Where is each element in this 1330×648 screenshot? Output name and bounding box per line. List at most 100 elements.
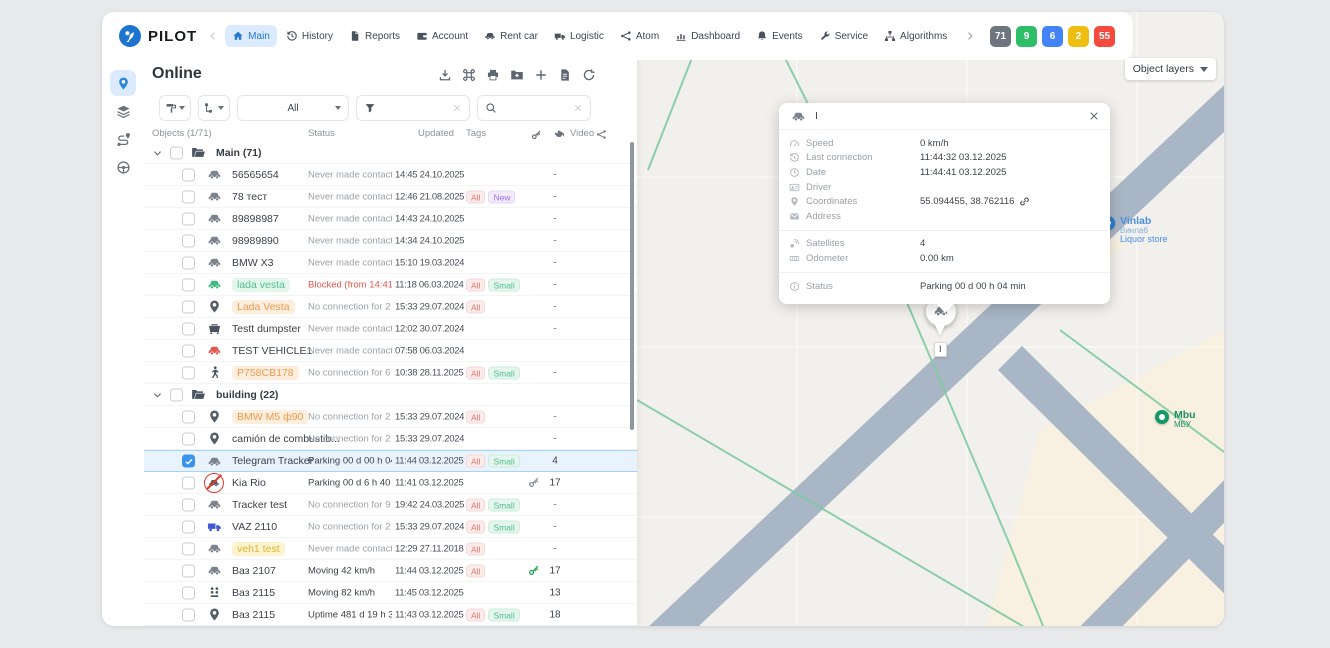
row-checkbox[interactable]: [182, 498, 195, 511]
nav-item-reports[interactable]: Reports: [342, 25, 407, 47]
row-checkbox[interactable]: [182, 564, 195, 577]
clear-search-icon[interactable]: [573, 103, 583, 113]
object-row[interactable]: TEST VEHICLE1Never made contact07:58 06.…: [144, 340, 637, 362]
expand-chevron-icon[interactable]: [152, 389, 163, 400]
copy-link-icon[interactable]: [1019, 196, 1030, 207]
close-icon[interactable]: [1088, 110, 1100, 122]
nav-item-dashboard[interactable]: Dashboard: [668, 25, 747, 47]
object-row[interactable]: Telegram TrackerParking 00 d 00 h 04 min…: [144, 450, 637, 472]
column-updated[interactable]: Updated: [418, 128, 454, 139]
rail-map-pin-icon[interactable]: [110, 70, 136, 96]
nav-item-service[interactable]: Service: [812, 25, 875, 47]
nav-overflow-chevron-icon[interactable]: [964, 30, 976, 42]
tag-filter-input[interactable]: [356, 95, 470, 121]
atom-column-icon[interactable]: [596, 129, 607, 140]
rail-layers-icon[interactable]: [110, 98, 136, 124]
object-row[interactable]: Testt dumpsterNever made contact12:02 30…: [144, 318, 637, 340]
row-checkbox[interactable]: [182, 344, 195, 357]
row-checkbox[interactable]: [182, 520, 195, 533]
row-checkbox[interactable]: [170, 146, 183, 159]
print-icon[interactable]: [486, 68, 500, 82]
row-checkbox[interactable]: [182, 455, 195, 468]
column-status[interactable]: Status: [308, 128, 335, 139]
map[interactable]: Vinlab Винлаб Liquor store Mbu МБУ I I: [637, 12, 1224, 626]
row-checkbox[interactable]: [182, 190, 195, 203]
brand-logo[interactable]: PILOT: [118, 24, 197, 48]
column-tags[interactable]: Tags: [466, 128, 486, 139]
object-row[interactable]: BMW M5 ф90No connection for 2 years15:33…: [144, 406, 637, 428]
nav-item-waybills[interactable]: Waybills: [956, 25, 958, 47]
command-icon[interactable]: [462, 68, 476, 82]
object-row[interactable]: 98989890Never made contact14:34 24.10.20…: [144, 230, 637, 252]
nav-item-main[interactable]: Main: [225, 25, 277, 47]
object-row[interactable]: P758CB178No connection for 6 days10:38 2…: [144, 362, 637, 384]
object-row[interactable]: Ваз 2115Uptime 481 d 19 h 32 min11:43 03…: [144, 604, 637, 626]
document-icon[interactable]: [558, 68, 572, 82]
nav-item-algorithms[interactable]: Algorithms: [877, 25, 954, 47]
nav-item-label: Events: [772, 31, 803, 42]
download-icon[interactable]: [438, 68, 452, 82]
row-checkbox[interactable]: [182, 322, 195, 335]
nav-item-history[interactable]: History: [279, 25, 340, 47]
row-checkbox[interactable]: [182, 256, 195, 269]
rail-routes-icon[interactable]: [110, 126, 136, 152]
expand-chevron-icon[interactable]: [152, 147, 163, 158]
object-row[interactable]: 56565654Never made contact14:45 24.10.20…: [144, 164, 637, 186]
add-folder-icon[interactable]: [510, 68, 524, 82]
row-checkbox[interactable]: [182, 542, 195, 555]
object-row[interactable]: Kia RioParking 00 d 6 h 40 min11:41 03.1…: [144, 472, 637, 494]
nav-item-events[interactable]: Events: [749, 25, 810, 47]
object-row[interactable]: Ваз 2115Moving 82 km/h11:45 03.12.202513: [144, 582, 637, 604]
nav-item-logistic[interactable]: Logistic: [547, 25, 611, 47]
row-checkbox[interactable]: [182, 586, 195, 599]
poi-vinlab[interactable]: Vinlab Винлаб Liquor store: [1101, 216, 1168, 245]
add-icon[interactable]: [534, 68, 548, 82]
row-checkbox[interactable]: [170, 388, 183, 401]
counter-badge[interactable]: 2: [1068, 26, 1089, 47]
row-checkbox[interactable]: [182, 608, 195, 621]
object-row[interactable]: lada vestaBlocked (from 14:41:14 1111:18…: [144, 274, 637, 296]
refresh-icon[interactable]: [582, 68, 596, 82]
object-row[interactable]: BMW X3Never made contact15:10 19.03.2024…: [144, 252, 637, 274]
counter-badge[interactable]: 55: [1094, 26, 1115, 47]
nav-item-atom[interactable]: Atom: [613, 25, 666, 47]
object-row[interactable]: Tracker testNo connection for 9 months19…: [144, 494, 637, 516]
row-checkbox[interactable]: [182, 432, 195, 445]
nav-item-rent-car[interactable]: Rent car: [477, 25, 545, 47]
group-row[interactable]: building (22): [144, 384, 637, 406]
object-row[interactable]: veh1 testNever made contact12:29 27.11.2…: [144, 538, 637, 560]
row-checkbox[interactable]: [182, 476, 195, 489]
rail-steering-wheel-icon[interactable]: [110, 154, 136, 180]
row-checkbox[interactable]: [182, 212, 195, 225]
counter-badge[interactable]: 71: [990, 26, 1011, 47]
engine-column-icon[interactable]: [554, 129, 565, 140]
key-column-icon[interactable]: [531, 129, 542, 140]
row-checkbox[interactable]: [182, 410, 195, 423]
object-row[interactable]: VAZ 2110No connection for 2 years15:33 2…: [144, 516, 637, 538]
row-checkbox[interactable]: [182, 278, 195, 291]
poi-mbu[interactable]: Mbu МБУ: [1155, 410, 1196, 429]
object-row[interactable]: 89898987Never made contact14:43 24.10.20…: [144, 208, 637, 230]
group-row[interactable]: Main (71): [144, 142, 637, 164]
group-view-button[interactable]: [198, 95, 230, 121]
object-layers-button[interactable]: Object layers: [1125, 58, 1216, 80]
scrollbar[interactable]: [630, 142, 634, 430]
column-video[interactable]: Video: [570, 128, 594, 139]
object-row[interactable]: 78 тестNever made contact12:46 21.08.202…: [144, 186, 637, 208]
object-row[interactable]: Lada VestaNo connection for 2 years15:33…: [144, 296, 637, 318]
object-row[interactable]: camión de combustib...No connection for …: [144, 428, 637, 450]
counter-badge[interactable]: 6: [1042, 26, 1063, 47]
nav-item-account[interactable]: Account: [409, 25, 475, 47]
group-select[interactable]: All: [237, 95, 349, 121]
object-row[interactable]: Ваз 2107Moving 42 km/h11:44 03.12.2025Al…: [144, 560, 637, 582]
nav-collapse-chevron-icon[interactable]: [207, 30, 219, 42]
column-objects[interactable]: Objects (1/71): [152, 128, 212, 139]
counter-badge[interactable]: 9: [1016, 26, 1037, 47]
row-checkbox[interactable]: [182, 234, 195, 247]
clear-filter-icon[interactable]: [452, 103, 462, 113]
search-input[interactable]: [477, 95, 591, 121]
row-checkbox[interactable]: [182, 168, 195, 181]
row-checkbox[interactable]: [182, 300, 195, 313]
row-checkbox[interactable]: [182, 366, 195, 379]
color-filter-button[interactable]: [159, 95, 191, 121]
